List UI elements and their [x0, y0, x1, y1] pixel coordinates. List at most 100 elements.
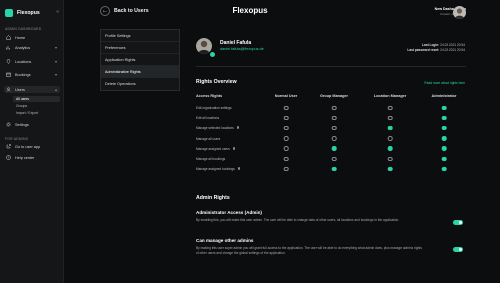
sidebar-item-locations[interactable]: Locations ▾ — [4, 58, 60, 65]
check-on-icon — [441, 136, 447, 141]
sidebar-item-bookings[interactable]: Bookings ▾ — [4, 71, 60, 78]
sidebar-item-label: Settings — [15, 122, 29, 127]
brand[interactable]: Flexopus « — [5, 7, 59, 19]
sidebar-subitem-all-users[interactable]: All users — [13, 96, 60, 102]
bookings-icon — [6, 72, 11, 77]
check-on-icon — [331, 146, 337, 151]
column-header-group-manager: Group Manager — [319, 94, 349, 98]
sidebar-subitem-import-export[interactable]: Import / Export — [13, 110, 60, 116]
check-off-icon — [283, 166, 289, 172]
collapse-sidebar-icon[interactable]: « — [56, 9, 59, 15]
check-on-icon — [441, 125, 447, 131]
table-row: Manage assigned users — [196, 145, 466, 155]
avatar[interactable] — [453, 6, 466, 19]
arrow-left-icon[interactable]: ← — [100, 6, 110, 16]
sidebar-item-users[interactable]: Users ▴ — [4, 86, 60, 93]
option-desc-admin-access: By enabling this, you will make this use… — [196, 218, 400, 222]
flexopus-logo-icon — [5, 9, 13, 17]
home-icon — [6, 35, 11, 40]
analytics-icon — [6, 46, 10, 50]
admin-rights-title: Admin Rights — [196, 195, 230, 201]
app-root: Flexopus « ADMIN DASHBOARD Home Analytic… — [0, 0, 500, 283]
check-on-icon — [441, 156, 447, 162]
sidebar-item-label: Bookings — [15, 72, 31, 77]
toggle-knob — [458, 247, 463, 252]
toggle-knob — [458, 220, 463, 225]
table-row: Manage assigned bookings — [196, 165, 466, 175]
rights-info-link[interactable]: Read more about rights here — [424, 81, 465, 85]
row-label: Edit organization settings — [196, 106, 232, 110]
last-login: Last Login: 24.02.2021 20:54 — [422, 43, 465, 47]
page-title: Flexopus — [232, 6, 268, 15]
option-title-admin-access: Administrator Access (Admin) — [196, 210, 262, 215]
menu-item-administrative-rights[interactable]: Administrative Rights — [101, 66, 179, 78]
sidebar-item-user-app[interactable]: Go to user app — [4, 143, 60, 150]
row-label: Manage assigned users — [196, 146, 230, 151]
verified-badge-icon — [209, 51, 216, 58]
sidebar-subitem-groups[interactable]: Groups — [13, 103, 60, 109]
check-off-icon — [331, 115, 337, 121]
table-row: Manage all bookings — [196, 155, 466, 165]
last-password-value: 24.02.2021 20:54 — [440, 48, 465, 52]
back-label[interactable]: Back to Users — [114, 8, 149, 14]
check-off-icon — [283, 136, 289, 141]
divider — [196, 66, 466, 67]
sidebar-item-help[interactable]: ? Help center — [4, 154, 60, 161]
sidebar-item-settings[interactable]: Settings — [4, 121, 60, 128]
sidebar-item-label: Go to user app — [15, 144, 41, 149]
column-header-location-manager: Location Manager — [373, 94, 407, 98]
check-off-icon — [331, 136, 337, 141]
last-password-label: Last password reset: — [407, 48, 440, 52]
check-off-icon — [387, 136, 393, 141]
check-on-icon — [387, 146, 393, 151]
check-on-icon — [441, 105, 447, 111]
check-off-icon — [283, 146, 289, 151]
check-off-icon — [387, 156, 393, 162]
last-login-label: Last Login: — [422, 43, 440, 47]
section-admin-label: ADMIN DASHBOARD — [5, 27, 42, 31]
sidebar-item-home[interactable]: Home — [4, 34, 60, 41]
column-header-normal-user: Normal User — [274, 94, 298, 98]
last-password-reset: Last password reset: 24.02.2021 20:54 — [407, 48, 465, 52]
chevron-down-icon: ▾ — [54, 72, 57, 77]
sidebar-item-analytics[interactable]: Analytics ▾ — [4, 44, 60, 51]
users-icon — [6, 87, 11, 92]
back-to-users[interactable]: ← Back to Users — [100, 6, 149, 16]
section-user-label: FOR ADMINS — [5, 137, 29, 141]
check-off-icon — [331, 105, 337, 111]
info-icon[interactable] — [237, 167, 241, 170]
table-row: Manage selected locations — [196, 124, 466, 134]
manage-admins-toggle[interactable] — [453, 247, 463, 252]
info-icon[interactable] — [236, 126, 240, 130]
check-off-icon — [283, 115, 289, 121]
menu-item-preferences[interactable]: Preferences — [101, 42, 179, 54]
check-off-icon — [387, 105, 393, 111]
sidebar-item-label: Home — [15, 35, 26, 40]
menu-item-delete-operations[interactable]: Delete Operations — [101, 78, 179, 90]
option-desc-manage-admins: By making this user super admin you will… — [196, 246, 422, 256]
row-label: Edit all locations — [196, 116, 220, 121]
profile-name: Daniel Fafula — [220, 40, 252, 46]
profile-email[interactable]: daniel.fafula@flexopus.de — [220, 47, 264, 51]
check-on-icon — [441, 115, 447, 121]
menu-item-profile-settings[interactable]: Profile Settings — [101, 30, 179, 42]
table-row: Edit organization settings — [196, 104, 466, 114]
gear-icon — [6, 122, 11, 127]
rights-overview-title: Rights Overview — [196, 79, 237, 85]
check-on-icon — [331, 166, 337, 172]
menu-item-application-rights[interactable]: Application Rights — [101, 54, 179, 66]
chevron-down-icon: ▾ — [54, 45, 57, 50]
locations-icon — [6, 59, 11, 64]
chevron-up-icon: ▴ — [54, 87, 57, 92]
admin-access-toggle[interactable] — [453, 220, 463, 225]
info-icon[interactable] — [232, 146, 236, 150]
row-label: Manage all bookings — [196, 157, 226, 161]
table-row: Manage all users — [196, 135, 466, 145]
check-on-icon — [441, 146, 447, 151]
table-row: Edit all locations — [196, 114, 466, 124]
check-on-icon — [387, 125, 393, 131]
sidebar-item-label: Help center — [15, 155, 35, 160]
check-on-icon — [441, 166, 447, 172]
sidebar-item-label: Users — [15, 87, 25, 92]
column-header-administrator: Administrator — [431, 94, 457, 98]
